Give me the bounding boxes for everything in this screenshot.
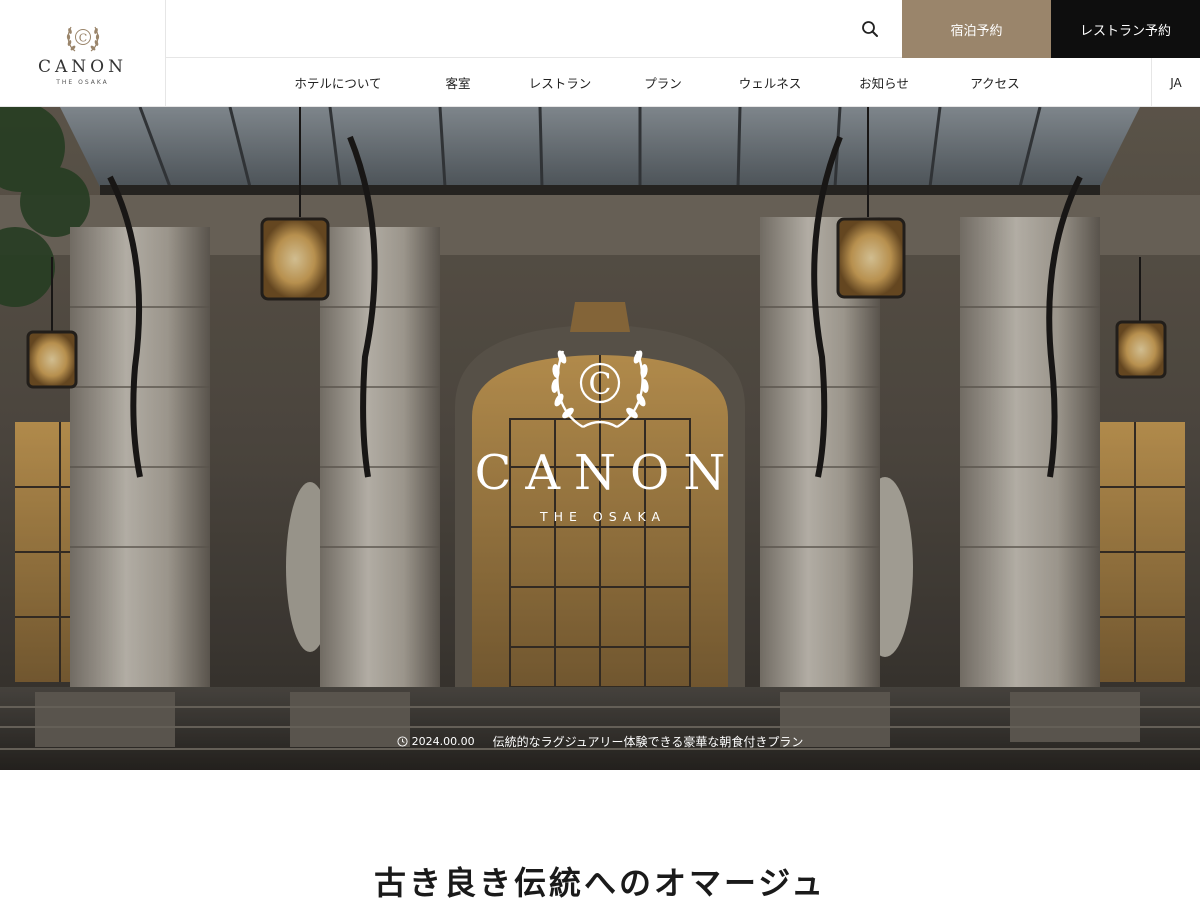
stay-reservation-button[interactable]: 宿泊予約 [902,0,1051,58]
restaurant-reservation-button[interactable]: レストラン予約 [1051,0,1200,58]
logo-name: CANON [38,57,127,77]
site-logo[interactable]: C CANON THE OSAKA [0,0,166,107]
hero-news-ticker: 2024.00.00 伝統的なラグジュアリー体験できる豪華な朝食付きプラン [0,731,1200,751]
logo-subtitle: THE OSAKA [56,79,109,86]
header-topbar: 宿泊予約 レストラン予約 [166,0,1200,58]
nav-item-about[interactable]: ホテルについて [294,58,381,107]
laurel-emblem-icon: C [551,350,649,429]
nav-item-news[interactable]: お知らせ [859,58,909,107]
news-date: 2024.00.00 [397,735,475,748]
language-switcher[interactable]: JA [1151,58,1200,107]
main-nav: ホテルについて 客室 レストラン プラン ウェルネス お知らせ アクセス [166,58,1151,107]
news-title-link[interactable]: 伝統的なラグジュアリー体験できる豪華な朝食付きプラン [493,733,804,750]
site-header: C CANON THE OSAKA 宿泊予約 レストラン予約 ホテルについて 客… [0,0,1200,107]
nav-item-restaurant[interactable]: レストラン [529,58,592,107]
intro-title: 古き良き伝統へのオマージュ [373,864,827,900]
nav-item-access[interactable]: アクセス [970,58,1019,107]
hero-logo-name: CANON [474,445,740,501]
hero-section: C CANON THE OSAKA 2024.00.00 伝統的なラグジュアリー… [0,107,1200,770]
search-icon[interactable] [858,17,882,41]
hero-logo-subtitle: THE OSAKA [540,509,666,524]
nav-item-rooms[interactable]: 客室 [445,58,470,107]
news-date-text: 2024.00.00 [411,734,475,748]
clock-icon [397,735,408,747]
hero-logo: C CANON THE OSAKA [450,339,750,524]
laurel-emblem-icon: C [66,26,99,52]
nav-item-plans[interactable]: プラン [644,58,682,107]
nav-item-wellness[interactable]: ウェルネス [739,58,802,107]
svg-text:C: C [78,32,86,45]
svg-text:C: C [589,367,612,402]
